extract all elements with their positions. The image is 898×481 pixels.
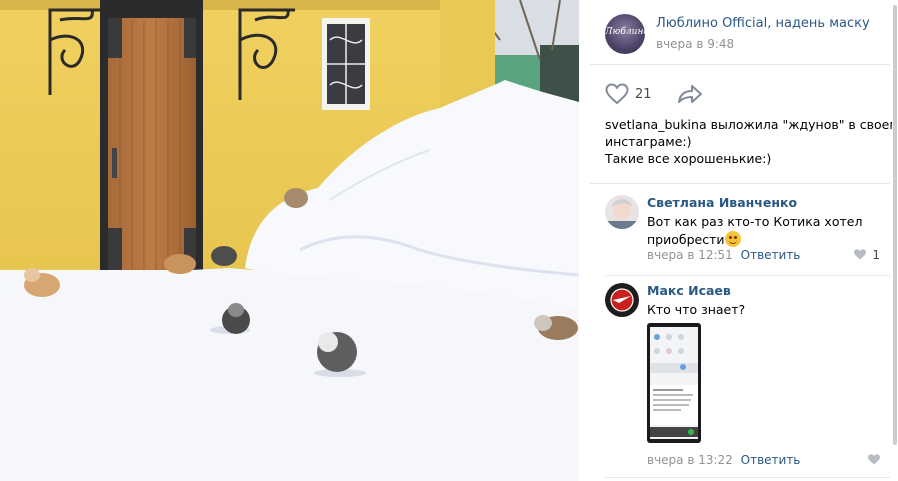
post-text-line: инстаграме:) bbox=[605, 134, 692, 149]
comment-meta: вчера в 12:51 Ответить bbox=[647, 248, 800, 262]
divider bbox=[605, 275, 890, 276]
post-photo[interactable] bbox=[0, 0, 579, 481]
comment-like-button[interactable] bbox=[868, 453, 880, 467]
post-time[interactable]: вчера в 9:48 bbox=[656, 37, 734, 51]
comment-text: Кто что знает? bbox=[647, 301, 877, 319]
comment-time[interactable]: вчера в 12:51 bbox=[647, 248, 733, 262]
commenter-avatar[interactable] bbox=[605, 195, 639, 229]
comment-attachment-image[interactable] bbox=[647, 323, 701, 443]
comment-meta: вчера в 13:22 Ответить bbox=[647, 453, 800, 467]
group-avatar[interactable]: Люблино bbox=[605, 14, 645, 54]
heart-icon bbox=[853, 249, 866, 260]
commenter-name[interactable]: Макс Исаев bbox=[647, 283, 731, 298]
share-arrow-icon[interactable] bbox=[677, 83, 703, 105]
like-count: 21 bbox=[635, 87, 652, 102]
commenter-name[interactable]: Светлана Иванченко bbox=[647, 195, 797, 210]
group-name-link[interactable]: Люблино Official, надень маску bbox=[656, 16, 870, 31]
heart-icon bbox=[868, 454, 880, 465]
photo-scene bbox=[0, 0, 579, 481]
reply-button[interactable]: Ответить bbox=[741, 453, 801, 467]
comment-like-count: 1 bbox=[872, 248, 880, 262]
comment-time[interactable]: вчера в 13:22 bbox=[647, 453, 733, 467]
comment-like-button[interactable]: 1 bbox=[853, 248, 880, 262]
comment-text-line: Вот как раз кто-то Котика хотел bbox=[647, 214, 863, 229]
photo-viewer: Люблино Люблино Official, надень маску в… bbox=[0, 0, 898, 481]
post-actions: 21 bbox=[590, 80, 890, 112]
scrollbar-thumb[interactable] bbox=[893, 5, 897, 445]
divider bbox=[605, 477, 890, 478]
divider bbox=[590, 64, 890, 65]
post-text-line: svetlana_bukina выложила "ждунов" в свое… bbox=[605, 117, 898, 132]
comment-text: Вот как раз кто-то Котика хотел приобрес… bbox=[647, 213, 877, 249]
post-text: svetlana_bukina выложила "ждунов" в свое… bbox=[605, 116, 898, 167]
comment-text-line: Кто что знает? bbox=[647, 302, 746, 317]
comment: Макс Исаев Кто что знает? вчера в 13:22 … bbox=[590, 283, 890, 473]
group-avatar-text: Люблино bbox=[605, 27, 645, 37]
divider bbox=[590, 183, 890, 184]
heart-icon[interactable] bbox=[605, 83, 629, 105]
comment: Светлана Иванченко Вот как раз кто-то Ко… bbox=[590, 195, 890, 275]
post-text-line: Такие все хорошенькие:) bbox=[605, 151, 772, 166]
emoji-smile-icon bbox=[724, 231, 741, 247]
reply-button[interactable]: Ответить bbox=[741, 248, 801, 262]
post-header: Люблино Люблино Official, надень маску в… bbox=[590, 0, 890, 64]
comment-text-line: приобрести bbox=[647, 232, 725, 247]
commenter-avatar[interactable] bbox=[605, 283, 639, 317]
